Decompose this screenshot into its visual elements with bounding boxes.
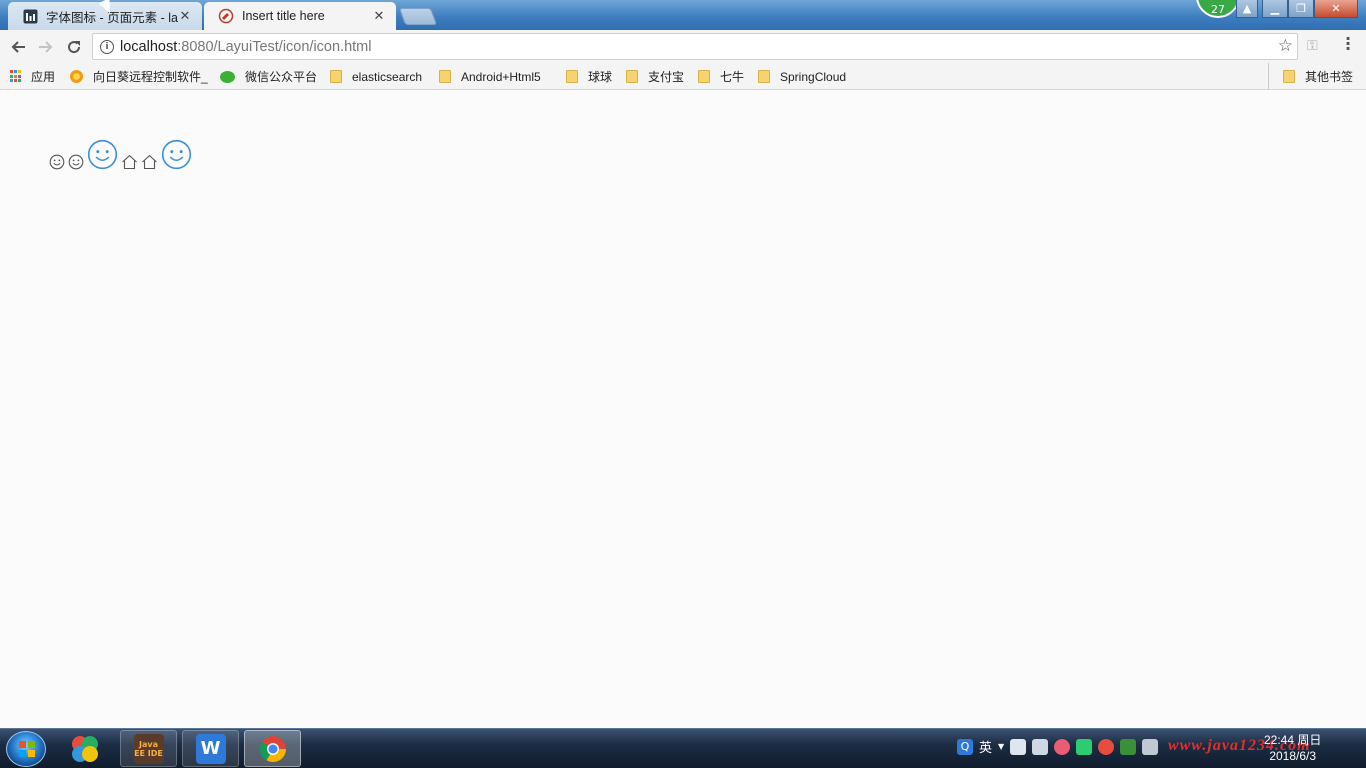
bookmark-label: 球球: [588, 70, 613, 84]
eclipse-favicon-icon: [218, 8, 234, 24]
bookmark-label: Android+Html5: [461, 69, 541, 84]
ime-language[interactable]: 英: [979, 737, 992, 756]
windows-taskbar: Java EE IDE W Q 英 ▼ www.java1234.com 22:…: [0, 728, 1366, 768]
reload-icon: [68, 40, 81, 53]
ime-dropdown-icon[interactable]: ▼: [998, 742, 1004, 751]
bookmark-star-icon[interactable]: ☆: [1278, 36, 1293, 56]
url-text[interactable]: localhost:8080/LayuiTest/icon/icon.html: [120, 39, 371, 55]
volume-icon[interactable]: [1142, 738, 1159, 755]
bookmark-label: 向日葵远程控制软件_: [93, 70, 208, 84]
bookmark-label: 微信公众平台: [245, 70, 318, 84]
reload-button[interactable]: [60, 33, 88, 61]
folder-icon: [758, 70, 770, 83]
photos-app-icon: [71, 735, 98, 762]
browser-menu-icon[interactable]: · · ·: [1342, 31, 1354, 57]
page-content: [0, 91, 1366, 728]
bookmark-folder-android-html5[interactable]: Android+Html5: [439, 63, 541, 90]
clock-date: 2018/6/3: [1269, 749, 1317, 763]
start-button[interactable]: [6, 731, 46, 767]
bookmarks-bar: 应用 向日葵远程控制软件_ 微信公众平台 elasticsearch Andro…: [0, 63, 1366, 90]
bookmark-label: elasticsearch: [352, 69, 423, 84]
back-button[interactable]: [4, 33, 32, 61]
bookmark-folder-springcloud[interactable]: SpringCloud: [758, 63, 846, 90]
bookmark-label: 应用: [31, 70, 56, 84]
taskbar-photos-app[interactable]: [56, 730, 113, 767]
input-method-icon[interactable]: Q: [957, 738, 973, 755]
tray-app-icon[interactable]: [1054, 738, 1071, 755]
back-arrow-icon: [11, 40, 25, 53]
bookmark-folder-qiuqiu[interactable]: 球球: [566, 63, 612, 90]
smile-icon: [49, 154, 65, 173]
bookmark-apps[interactable]: 应用: [10, 63, 55, 90]
browser-tab-strip: 字体图标 - 页面元素 - la ✕ Insert title here ✕ 2…: [0, 0, 1366, 30]
java-ee-ide-icon: Java EE IDE: [133, 733, 164, 764]
folder-icon: [698, 70, 710, 83]
profile-badge[interactable]: 27: [1196, 0, 1240, 18]
bookmark-label: 其他书签: [1305, 70, 1354, 84]
tab-close-icon[interactable]: ✕: [178, 9, 192, 24]
bookmark-label: SpringCloud: [780, 69, 847, 84]
system-clock[interactable]: 22:44 周日 2018/6/3: [1264, 732, 1321, 764]
bookmark-wechat[interactable]: 微信公众平台: [220, 63, 317, 90]
new-tab-button[interactable]: [398, 8, 438, 25]
folder-icon: [626, 70, 638, 83]
home-icon: [121, 154, 138, 173]
icon-demo-row: [49, 139, 195, 173]
bookmark-label: 七牛: [720, 70, 745, 84]
clock-time: 22:44 周日: [1264, 733, 1322, 747]
bookmark-folder-elasticsearch[interactable]: elasticsearch: [330, 63, 422, 90]
taskbar-chrome[interactable]: [244, 730, 301, 767]
bookmark-folder-alipay[interactable]: 支付宝: [626, 63, 684, 90]
network-icon[interactable]: [1120, 738, 1137, 755]
bookmark-label: 支付宝: [648, 70, 685, 84]
tab-close-icon[interactable]: ✕: [372, 9, 386, 24]
bookmark-folder-qiniu[interactable]: 七牛: [698, 63, 744, 90]
taskbar-wps[interactable]: W: [182, 730, 239, 767]
security-shield-icon[interactable]: [1076, 738, 1093, 755]
site-info-icon[interactable]: i: [100, 39, 114, 54]
sunflower-icon: [70, 70, 83, 83]
action-center-icon[interactable]: [1032, 738, 1049, 755]
tab-title: Insert title here: [242, 9, 325, 23]
bookmark-other[interactable]: 其他书签: [1268, 63, 1353, 90]
browser-toolbar: i localhost:8080/LayuiTest/icon/icon.htm…: [0, 30, 1366, 63]
home-icon: [141, 154, 158, 173]
taskbar-java-ee-ide[interactable]: Java EE IDE: [120, 730, 177, 767]
window-close-button[interactable]: ✕: [1314, 0, 1358, 18]
window-user-icon[interactable]: ▲: [1236, 0, 1258, 18]
folder-icon: [439, 70, 451, 83]
forward-arrow-icon: [39, 40, 53, 53]
wps-icon: W: [195, 733, 226, 764]
window-maximize-button[interactable]: ❐: [1288, 0, 1314, 18]
system-tray: Q 英 ▼: [957, 737, 1159, 756]
folder-icon: [566, 70, 578, 83]
network-drive-icon[interactable]: [1010, 738, 1027, 755]
apps-icon: [10, 70, 23, 83]
folder-icon: [1283, 70, 1295, 83]
folder-icon: [330, 70, 342, 83]
extension-icon[interactable]: ⚿: [1307, 38, 1318, 54]
tray-red-app-icon[interactable]: [1098, 738, 1115, 755]
smile-icon: [87, 139, 118, 173]
url-path: :8080/LayuiTest/icon/icon.html: [177, 38, 372, 55]
smile-icon: [68, 154, 84, 173]
bookmark-sunflower[interactable]: 向日葵远程控制软件_: [70, 63, 208, 90]
smile-icon: [161, 139, 192, 173]
window-minimize-button[interactable]: ▁: [1262, 0, 1288, 18]
address-bar[interactable]: i localhost:8080/LayuiTest/icon/icon.htm…: [92, 33, 1298, 60]
tab-insert-title[interactable]: Insert title here ✕: [204, 2, 396, 30]
windows-logo-icon: [19, 741, 35, 757]
chrome-icon: [259, 735, 286, 762]
forward-button[interactable]: [32, 33, 60, 61]
wechat-icon: [220, 70, 235, 83]
url-host: localhost: [120, 38, 178, 55]
layui-favicon-icon: [22, 8, 38, 24]
